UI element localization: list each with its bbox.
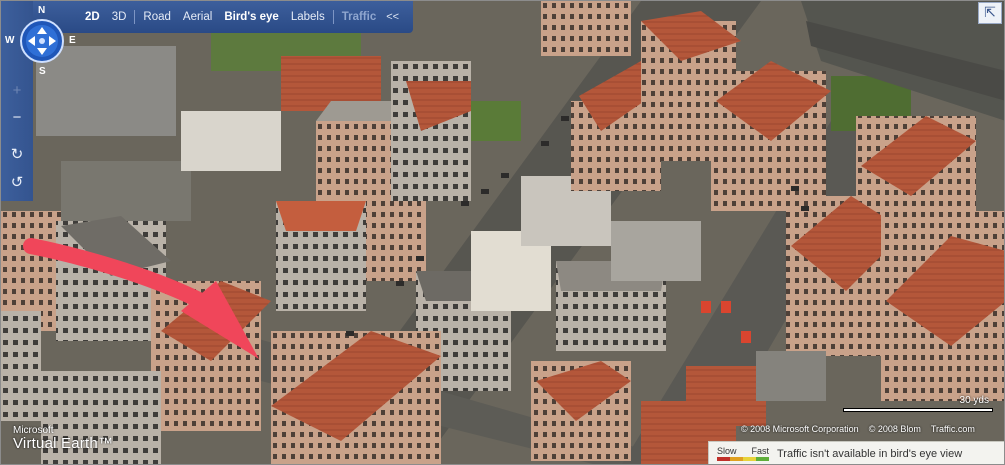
toolbar-separator: [332, 10, 334, 24]
copyright-blom: © 2008 Blom: [868, 424, 921, 434]
rotate-clockwise-icon: ↻: [10, 146, 24, 163]
compass-west-label: W: [5, 35, 15, 46]
expand-icon: ⇱: [984, 4, 996, 20]
legend-slow-label: Slow: [717, 445, 737, 456]
traffic-notice-bar: Slow Fast Traffic isn't available in bir…: [708, 441, 1004, 464]
road-view-button[interactable]: Road: [137, 11, 177, 23]
compass-control[interactable]: N S W E: [2, 3, 76, 77]
legend-color-segment: [756, 456, 769, 461]
labels-toggle[interactable]: Labels: [285, 11, 331, 23]
zoom-in-button[interactable]: +: [5, 79, 29, 103]
copyright-traffic: Traffic.com: [930, 424, 975, 434]
legend-color-segment: [717, 456, 730, 461]
logo-virtual-earth-text: Virtual Earth™: [13, 435, 114, 452]
copyright-microsoft: © 2008 Microsoft Corporation: [741, 424, 859, 434]
toolbar-separator: [134, 10, 136, 24]
expand-map-button[interactable]: ⇱: [978, 2, 1002, 24]
rotate-clockwise-button[interactable]: ↻: [5, 143, 29, 167]
compass-north-label: N: [38, 5, 46, 16]
compass-east-label: E: [69, 35, 76, 46]
virtual-earth-logo: Microsoft Virtual Earth™: [13, 426, 113, 452]
collapse-toolbar-button[interactable]: <<: [382, 11, 403, 23]
birds-eye-view-button[interactable]: Bird's eye: [218, 11, 285, 23]
traffic-legend: Slow Fast: [717, 445, 769, 461]
traffic-toggle[interactable]: Traffic: [336, 11, 383, 23]
scale-label: 30 yds: [959, 395, 989, 406]
legend-color-segment: [743, 456, 756, 461]
scale-bar: [843, 408, 993, 412]
zoom-in-icon: +: [12, 82, 22, 99]
zoom-out-button[interactable]: −: [5, 106, 29, 130]
aerial-view-button[interactable]: Aerial: [177, 11, 218, 23]
birds-eye-map[interactable]: 2D 3D Road Aerial Bird's eye Labels Traf…: [0, 0, 1005, 465]
view-2d-button[interactable]: 2D: [79, 11, 106, 23]
view-3d-button[interactable]: 3D: [106, 11, 133, 23]
zoom-out-icon: −: [12, 109, 22, 126]
legend-color-strip: [717, 456, 769, 461]
map-scale: 30 yds: [843, 395, 993, 415]
rotate-counterclockwise-icon: ↺: [10, 174, 24, 191]
compass-south-label: S: [39, 66, 46, 77]
traffic-unavailable-message: Traffic isn't available in bird's eye vi…: [777, 447, 963, 460]
legend-fast-label: Fast: [751, 445, 769, 456]
copyright-notice: © 2008 Microsoft Corporation © 2008 Blom T…: [741, 424, 985, 434]
rotate-counterclockwise-button[interactable]: ↺: [5, 171, 29, 195]
legend-color-segment: [730, 456, 743, 461]
